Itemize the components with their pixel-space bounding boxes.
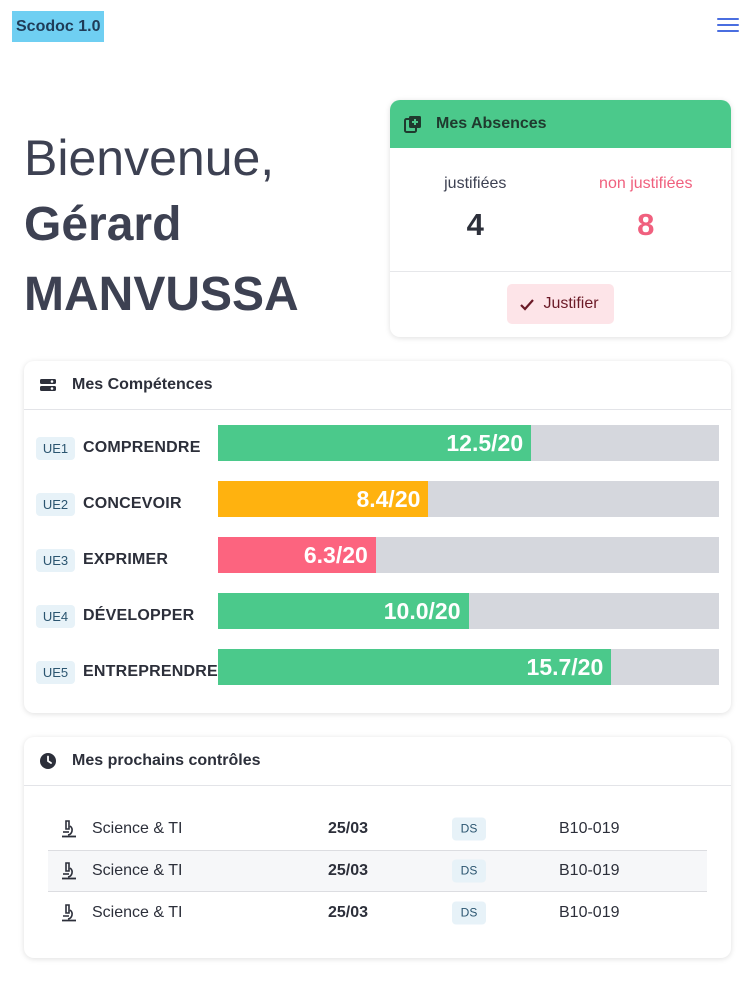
unjustified-absences: non justifiées 8 <box>561 148 732 271</box>
welcome-block: Bienvenue, Gérard MANVUSSA <box>24 126 374 330</box>
control-date: 25/03 <box>328 862 369 879</box>
competence-score-fill: 10.0/20 <box>218 593 469 629</box>
control-date: 25/03 <box>328 820 369 837</box>
competence-name: DÉVELOPPER <box>83 607 195 624</box>
competence-score-bar[interactable]: 10.0/20 <box>218 593 719 629</box>
competence-score-fill: 8.4/20 <box>218 481 429 517</box>
control-subject: Science & TI <box>92 820 183 837</box>
welcome-greeting: Bienvenue, <box>24 130 275 186</box>
absences-title: Mes Absences <box>436 115 547 132</box>
competence-score-fill: 15.7/20 <box>218 649 612 685</box>
control-subject: Science & TI <box>92 904 183 921</box>
student-last-name: MANVUSSA <box>24 268 299 321</box>
competence-score-bar[interactable]: 6.3/20 <box>218 537 719 573</box>
competence-score-label: 15.7/20 <box>526 653 604 680</box>
toggle-list-icon <box>40 379 56 391</box>
control-row[interactable]: Science & TI 25/03 DS B10-019 <box>48 850 707 892</box>
app-logo[interactable]: Scodoc 1.0 <box>12 11 105 42</box>
control-room: B10-019 <box>559 862 620 879</box>
competences-header: Mes Compétences <box>24 361 731 410</box>
competence-score-fill: 6.3/20 <box>218 537 376 573</box>
control-type-badge: DS <box>452 817 486 841</box>
competence-row[interactable]: UE4 DÉVELOPPER 10.0/20 <box>36 593 719 629</box>
microscope-icon <box>62 862 76 880</box>
control-subject: Science & TI <box>92 862 183 879</box>
ue-badge: UE2 <box>36 492 75 516</box>
competence-score-label: 8.4/20 <box>356 485 421 512</box>
control-type-badge: DS <box>452 901 486 925</box>
competence-score-bar[interactable]: 12.5/20 <box>218 425 719 461</box>
justify-button[interactable]: Justifier <box>507 284 614 324</box>
ue-badge: UE3 <box>36 548 75 572</box>
competence-row[interactable]: UE2 CONCEVOIR 8.4/20 <box>36 481 719 517</box>
controls-table: Science & TI 25/03 DS B10-019 Science & TI 25… <box>48 808 707 934</box>
justified-label: justifiées <box>444 175 507 192</box>
competence-score-label: 10.0/20 <box>383 597 461 624</box>
competence-row[interactable]: UE1 COMPRENDRE 12.5/20 <box>36 425 719 461</box>
control-room: B10-019 <box>559 904 620 921</box>
microscope-icon <box>62 904 76 922</box>
unjustified-count: 8 <box>637 207 655 242</box>
competences-card: Mes Compétences UE1 COMPRENDRE 12.5/20 UE2 C… <box>24 361 731 713</box>
justified-count: 4 <box>466 207 484 242</box>
clock-icon <box>40 753 56 769</box>
control-row[interactable]: Science & TI 25/03 DS B10-019 <box>48 892 707 934</box>
control-date: 25/03 <box>328 904 369 921</box>
competence-name: COMPRENDRE <box>83 439 201 456</box>
controls-title: Mes prochains contrôles <box>72 752 261 769</box>
justify-button-label: Justifier <box>543 295 599 312</box>
control-row[interactable]: Science & TI 25/03 DS B10-019 <box>48 808 707 850</box>
competence-name: CONCEVOIR <box>83 495 182 512</box>
competence-score-bar[interactable]: 8.4/20 <box>218 481 719 517</box>
competence-name: EXPRIMER <box>83 551 169 568</box>
absences-header: Mes Absences <box>390 100 731 148</box>
controls-header: Mes prochains contrôles <box>24 737 731 786</box>
microscope-icon <box>62 820 76 838</box>
ue-badge: UE4 <box>36 604 75 628</box>
add-library-icon <box>404 116 421 133</box>
competences-list: UE1 COMPRENDRE 12.5/20 UE2 CONCEVOIR 8.4/20 UE… <box>24 410 731 685</box>
hamburger-menu-icon[interactable] <box>717 16 739 36</box>
competence-row[interactable]: UE3 EXPRIMER 6.3/20 <box>36 537 719 573</box>
control-room: B10-019 <box>559 820 620 837</box>
competence-name: ENTREPRENDRE <box>83 663 218 680</box>
control-type-badge: DS <box>452 859 486 883</box>
competences-title: Mes Compétences <box>72 376 213 393</box>
controls-card: Mes prochains contrôles Science & TI 25/0… <box>24 737 731 958</box>
ue-badge: UE5 <box>36 660 75 684</box>
student-first-name: Gérard <box>24 198 182 251</box>
justified-absences: justifiées 4 <box>390 148 561 271</box>
competence-row[interactable]: UE5 ENTREPRENDRE 15.7/20 <box>36 649 719 685</box>
competence-score-bar[interactable]: 15.7/20 <box>218 649 719 685</box>
competence-score-label: 6.3/20 <box>303 541 368 568</box>
ue-badge: UE1 <box>36 436 75 460</box>
competence-score-fill: 12.5/20 <box>218 425 532 461</box>
absences-card: Mes Absences justifiées 4 non justifiées… <box>390 100 731 337</box>
competence-score-label: 12.5/20 <box>446 429 524 456</box>
check-icon <box>520 298 535 311</box>
unjustified-label: non justifiées <box>599 175 693 192</box>
